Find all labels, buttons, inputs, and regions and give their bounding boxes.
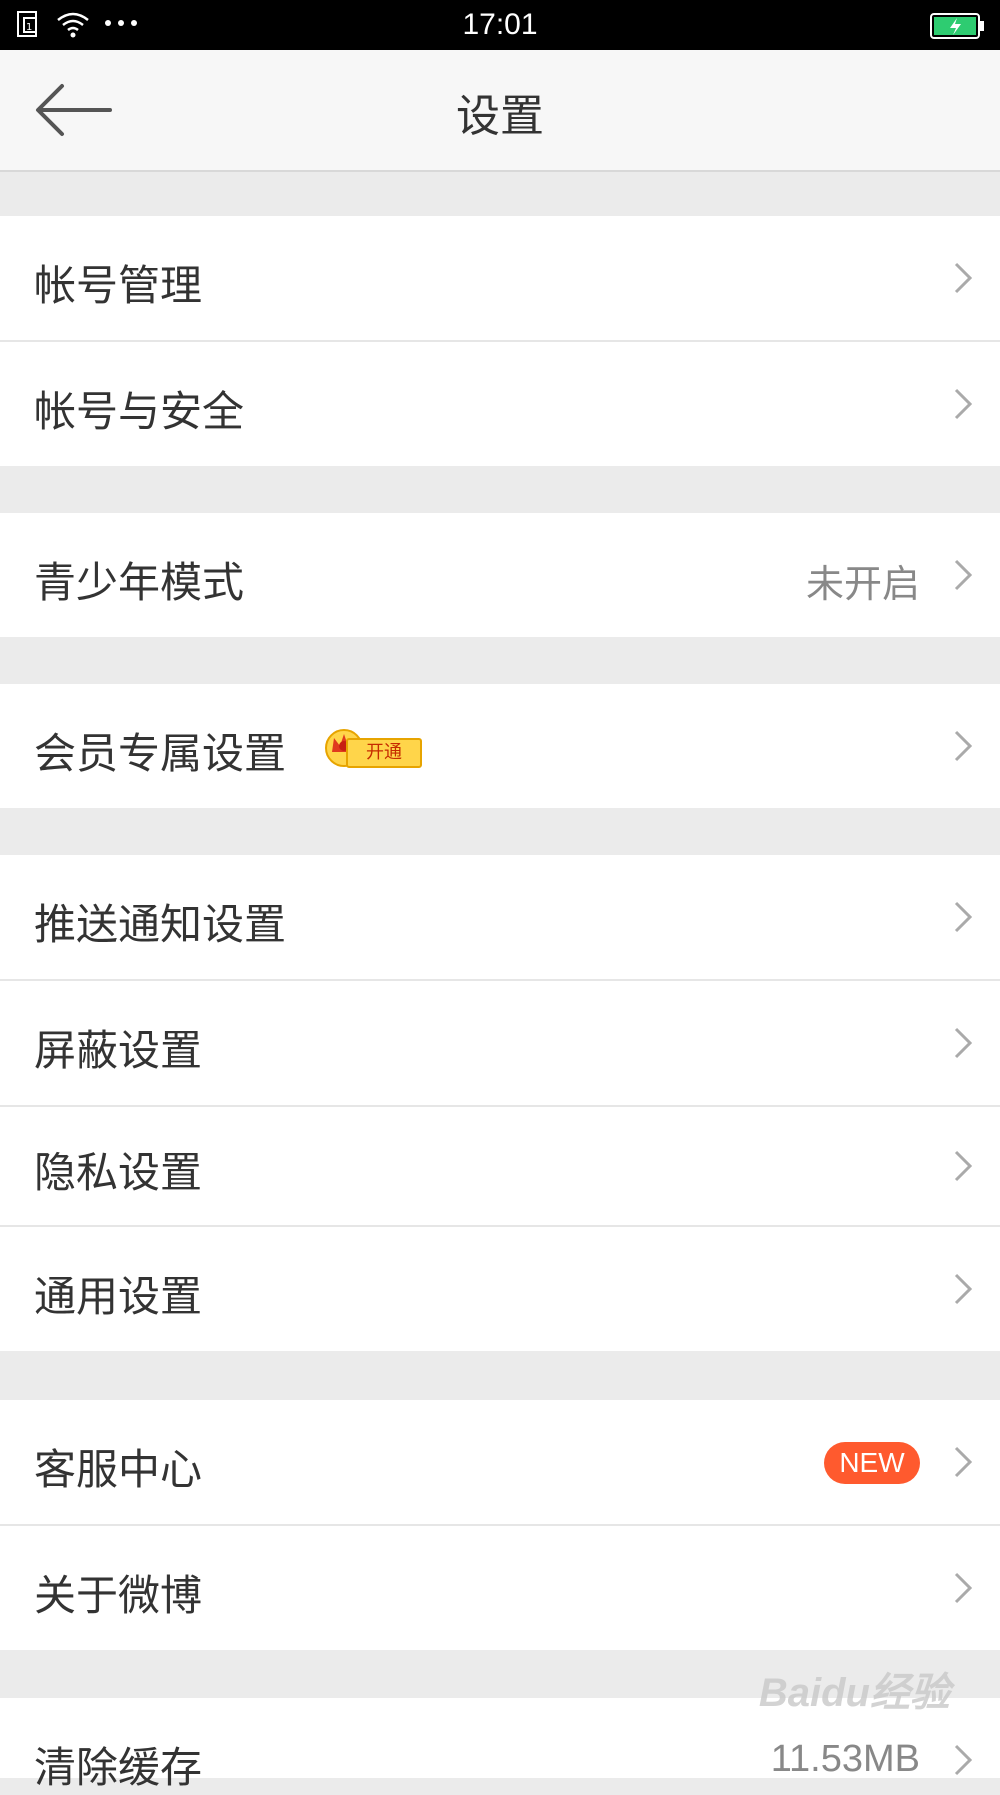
- teen-mode-status: 未开启: [805, 562, 920, 606]
- settings-item-label: 推送通知设置: [34, 900, 287, 949]
- status-bar: 1 17:01: [0, 0, 1000, 50]
- settings-item-label: 通用设置: [34, 1272, 203, 1321]
- settings-item-label: 客服中心: [34, 1445, 203, 1494]
- settings-item-label: 隐私设置: [34, 1148, 203, 1197]
- settings-item-label: 帐号管理: [34, 261, 203, 310]
- settings-item-about-weibo[interactable]: 关于微博: [0, 1526, 1000, 1650]
- settings-item-customer-service[interactable]: 客服中心 NEW: [0, 1400, 1000, 1524]
- chevron-right-icon: [954, 1150, 972, 1182]
- chevron-right-icon: [954, 1273, 972, 1305]
- settings-item-label: 青少年模式: [34, 558, 245, 607]
- chevron-right-icon: [954, 730, 972, 762]
- chevron-right-icon: [954, 1744, 972, 1776]
- settings-item-block-settings[interactable]: 屏蔽设置: [0, 981, 1000, 1105]
- settings-item-label: 关于微博: [34, 1571, 203, 1620]
- settings-item-account-security[interactable]: 帐号与安全: [0, 342, 1000, 466]
- battery-charging-icon: [930, 13, 984, 39]
- settings-item-vip-settings[interactable]: 会员专属设置 开通: [0, 684, 1000, 808]
- nav-bar: 设置: [0, 50, 1000, 172]
- vip-open-label: 开通: [346, 738, 422, 768]
- settings-item-label: 会员专属设置: [34, 729, 287, 778]
- chevron-right-icon: [954, 262, 972, 294]
- settings-item-label: 清除缓存: [34, 1743, 203, 1792]
- chevron-right-icon: [954, 1027, 972, 1059]
- settings-item-label: 屏蔽设置: [34, 1026, 203, 1075]
- vip-open-badge[interactable]: 开通: [322, 724, 422, 774]
- settings-item-general-settings[interactable]: 通用设置: [0, 1227, 1000, 1351]
- page-title: 设置: [456, 91, 544, 142]
- settings-item-privacy-settings[interactable]: 隐私设置: [0, 1107, 1000, 1225]
- new-badge: NEW: [824, 1442, 920, 1484]
- chevron-right-icon: [954, 388, 972, 420]
- chevron-right-icon: [954, 559, 972, 591]
- cache-size: 11.53MB: [770, 1738, 920, 1780]
- settings-item-account-management[interactable]: 帐号管理: [0, 216, 1000, 340]
- chevron-right-icon: [954, 901, 972, 933]
- chevron-right-icon: [954, 1446, 972, 1478]
- chevron-right-icon: [954, 1572, 972, 1604]
- status-time: 17:01: [462, 8, 538, 41]
- watermark: Baidu经验: [758, 1671, 950, 1715]
- settings-item-teen-mode[interactable]: 青少年模式 未开启: [0, 513, 1000, 637]
- settings-item-label: 帐号与安全: [34, 387, 245, 436]
- settings-item-push-notifications[interactable]: 推送通知设置: [0, 855, 1000, 979]
